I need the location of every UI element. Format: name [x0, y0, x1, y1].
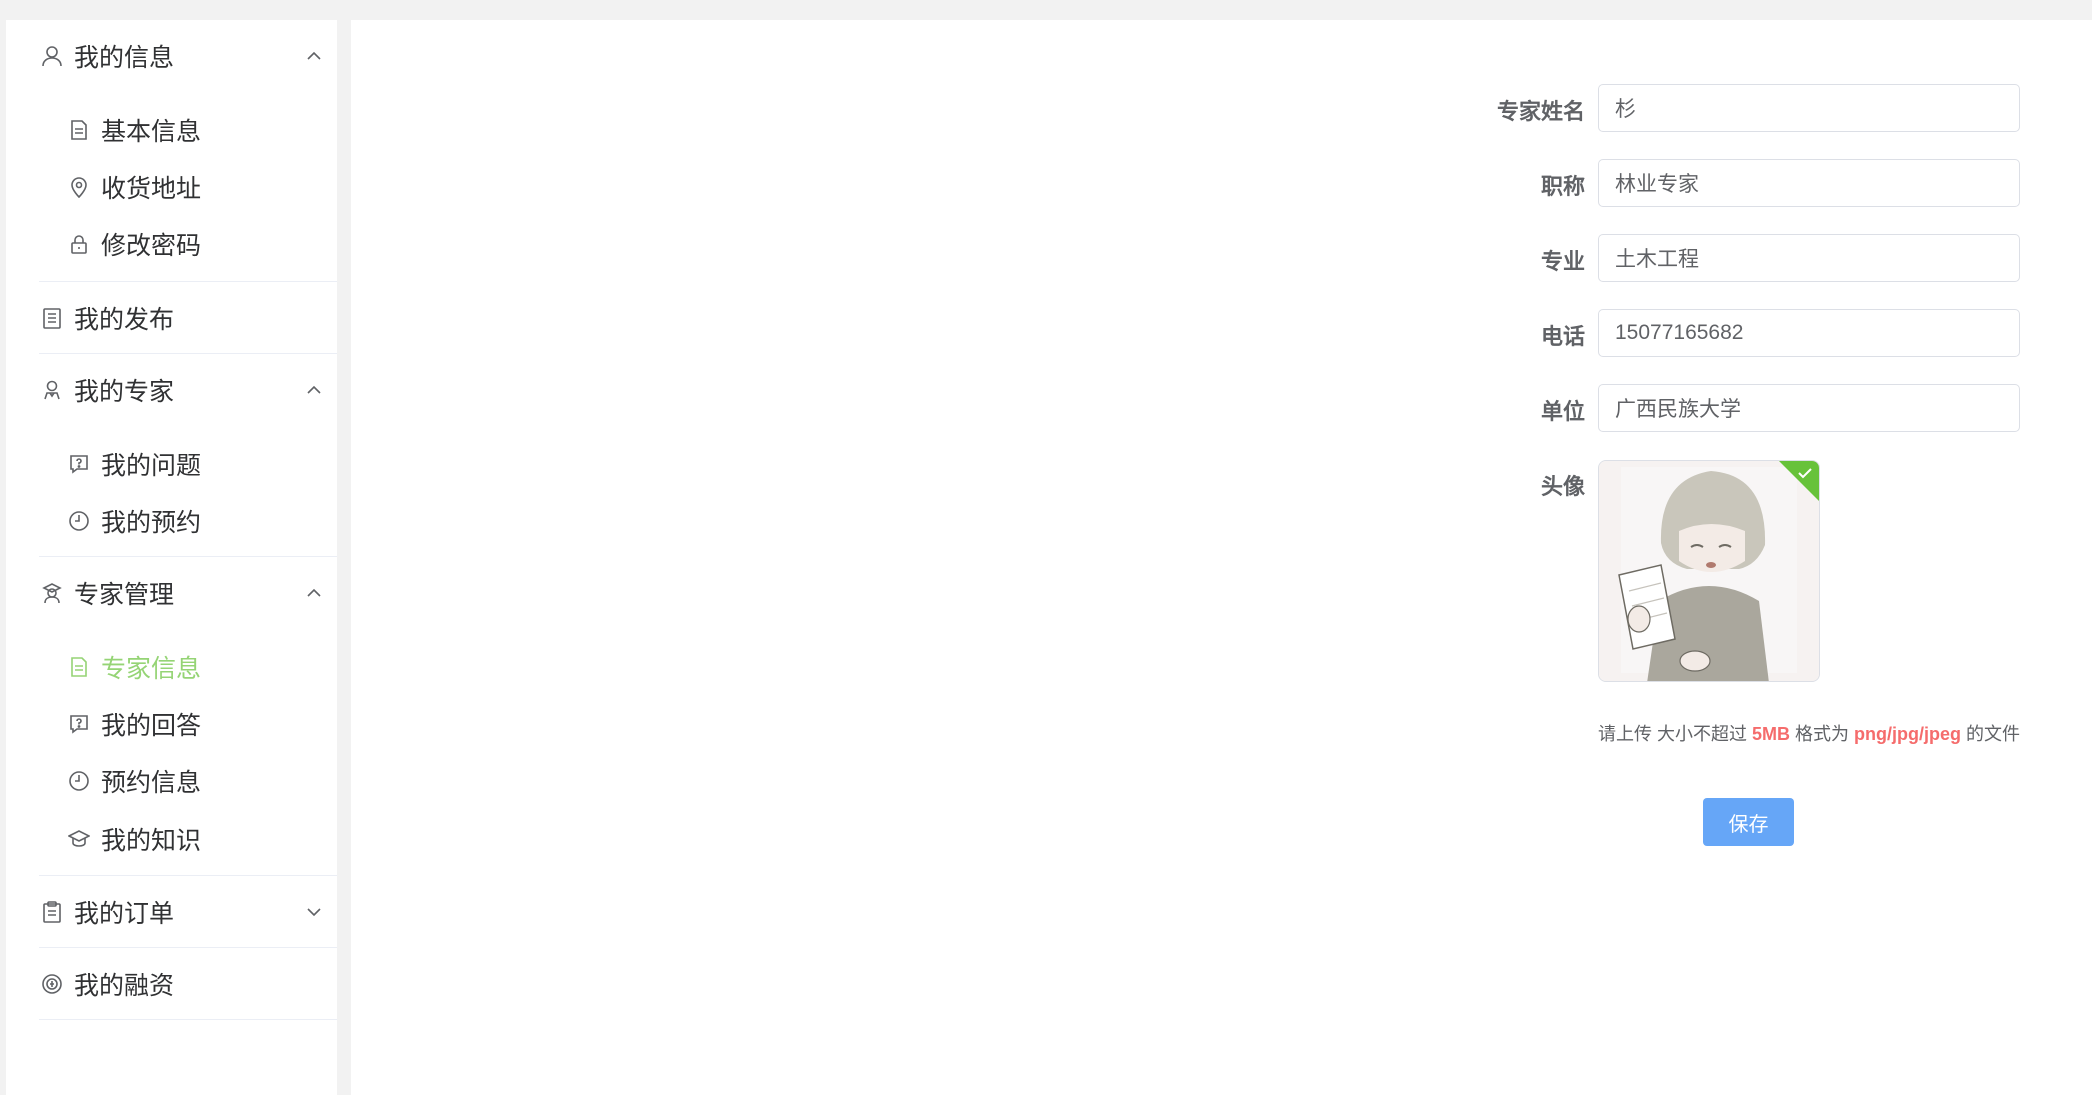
- menu-group-label: 我的信息: [74, 43, 175, 72]
- avatar-uploader[interactable]: [1598, 460, 1820, 682]
- menu-item-my-knowledge[interactable]: 我的知识: [6, 810, 337, 867]
- menu-group-label: 我的发布: [74, 305, 175, 334]
- title-label: 职称: [1540, 175, 1585, 200]
- menu-group-my-financing[interactable]: 我的融资: [6, 948, 337, 1020]
- menu-item-appointment-info[interactable]: 预约信息: [6, 752, 337, 809]
- menu-item-label: 我的知识: [101, 825, 202, 855]
- chevron-up-icon: [303, 45, 325, 67]
- chevron-down-icon: [303, 901, 325, 923]
- check-icon: [1798, 468, 1812, 479]
- expert-name-label: 专家姓名: [1496, 100, 1585, 125]
- menu-group-label: 我的专家: [74, 377, 175, 406]
- menu-item-my-appointments[interactable]: 我的预约: [6, 492, 337, 549]
- expert-manage-icon: [40, 581, 64, 605]
- hint-suffix: 的文件: [1961, 724, 2021, 744]
- menu-item-label: 专家信息: [101, 653, 202, 683]
- menu-item-label: 收货地址: [101, 173, 202, 203]
- expert-name-input[interactable]: [1598, 84, 2020, 132]
- menu-group-my-experts[interactable]: 我的专家: [6, 354, 337, 426]
- menu-item-address[interactable]: 收货地址: [6, 158, 337, 215]
- phone-label: 电话: [1540, 325, 1585, 350]
- location-pin-icon: [67, 175, 91, 199]
- menu-group-label: 我的订单: [74, 899, 175, 928]
- document-icon: [67, 118, 91, 142]
- upload-hint: 请上传 大小不超过 5MB 格式为 png/jpg/jpeg 的文件: [1598, 720, 2020, 746]
- menu-item-expert-info[interactable]: 专家信息: [6, 638, 337, 695]
- menu-group-my-orders[interactable]: 我的订单: [6, 876, 337, 948]
- menu-item-label: 我的问题: [101, 450, 202, 480]
- document-icon: [67, 655, 91, 679]
- menu-item-label: 基本信息: [101, 116, 202, 146]
- graduation-cap-icon: [67, 827, 91, 851]
- expert-icon: [40, 378, 64, 402]
- menu-group-my-posts[interactable]: 我的发布: [6, 282, 337, 354]
- menu-item-label: 修改密码: [101, 230, 202, 260]
- major-input[interactable]: [1598, 234, 2020, 282]
- question-icon: [67, 452, 91, 476]
- menu-group-my-info[interactable]: 我的信息: [6, 20, 337, 92]
- list-icon: [40, 306, 64, 330]
- menu-item-change-password[interactable]: 修改密码: [6, 215, 337, 272]
- avatar-label: 头像: [1540, 475, 1585, 500]
- lock-icon: [67, 232, 91, 256]
- menu-item-my-answers[interactable]: 我的回答: [6, 695, 337, 752]
- title-input[interactable]: [1598, 159, 2020, 207]
- menu-group-expert-management[interactable]: 专家管理: [6, 557, 337, 629]
- hint-formats: png/jpg/jpeg: [1854, 724, 1962, 744]
- save-button[interactable]: 保存: [1703, 798, 1794, 846]
- clock-icon: [67, 769, 91, 793]
- menu-group-label: 专家管理: [74, 580, 175, 609]
- menu-item-my-questions[interactable]: 我的问题: [6, 435, 337, 492]
- menu-item-label: 我的回答: [101, 710, 202, 740]
- unit-label: 单位: [1540, 400, 1585, 425]
- unit-input[interactable]: [1598, 384, 2020, 432]
- user-icon: [40, 44, 64, 68]
- hint-size-limit: 5MB: [1752, 724, 1791, 744]
- expert-info-panel: 专家姓名 职称 专业 电话 单位 头像: [351, 20, 2092, 1095]
- sidebar-menu: 我的信息 基本信息 收货地址 修改密码 我的发布 我的专家 我的问题 我的预约 …: [6, 20, 337, 1095]
- question-icon: [67, 712, 91, 736]
- hint-middle: 格式为: [1790, 724, 1855, 744]
- clock-icon: [67, 509, 91, 533]
- hint-prefix: 请上传 大小不超过: [1598, 724, 1753, 744]
- clipboard-icon: [40, 900, 64, 924]
- menu-group-label: 我的融资: [74, 971, 175, 1000]
- menu-divider: [39, 1019, 337, 1020]
- chevron-up-icon: [303, 379, 325, 401]
- menu-item-basic-info[interactable]: 基本信息: [6, 101, 337, 158]
- coin-icon: [40, 972, 64, 996]
- major-label: 专业: [1540, 250, 1585, 275]
- chevron-up-icon: [303, 582, 325, 604]
- menu-item-label: 预约信息: [101, 767, 202, 797]
- menu-item-label: 我的预约: [101, 507, 202, 537]
- phone-input[interactable]: [1598, 309, 2020, 357]
